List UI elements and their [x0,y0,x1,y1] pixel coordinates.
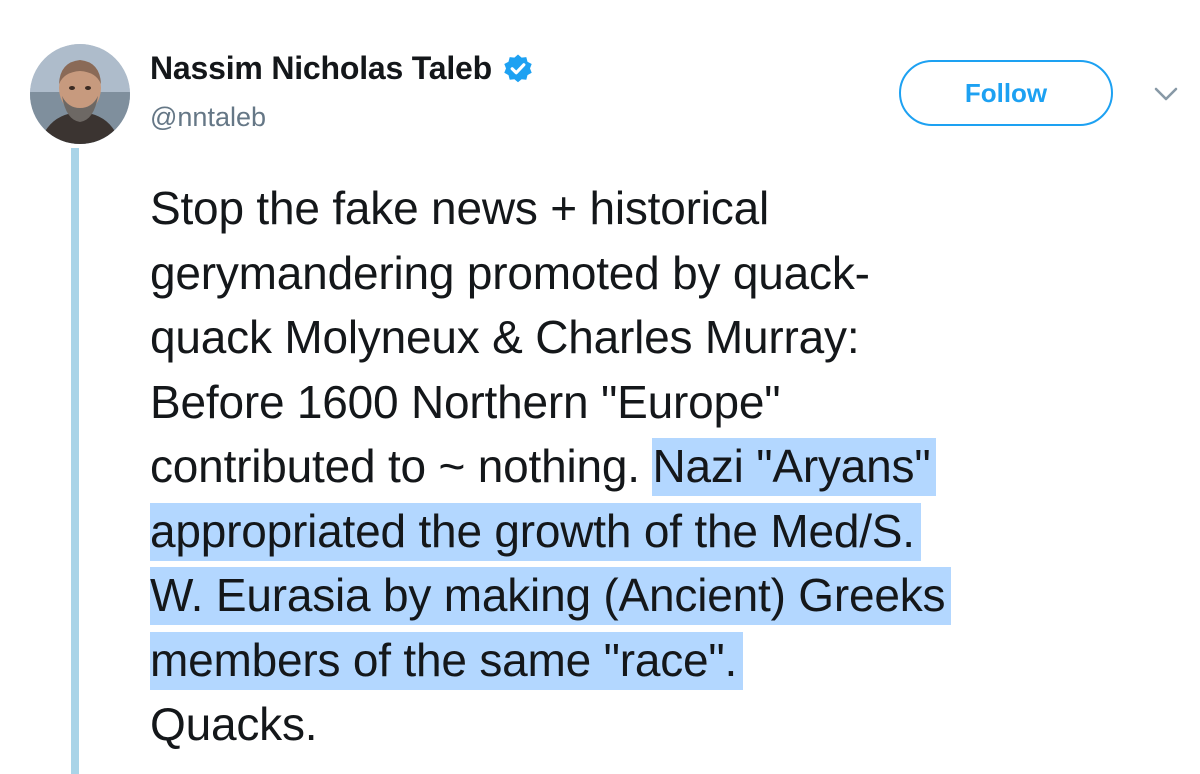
follow-button[interactable]: Follow [899,60,1113,126]
tweet-line: Before 1600 Northern "Europe" [150,370,1190,435]
tweet-line-text: contributed to ~ nothing. [150,440,653,492]
tweet-line: Stop the fake news + historical [150,176,1190,241]
selected-text: members of the same "race". [150,631,744,690]
tweet-line-text: gerymandering promoted by quack- [150,246,870,299]
thread-connector-line [71,148,79,774]
selected-text: appropriated the growth of the Med/S. [150,502,921,561]
selected-text: W. Eurasia by making (Ancient) Greeks [150,567,952,625]
profile-photo [30,44,130,144]
author-display-name[interactable]: Nassim Nicholas Taleb [150,50,492,87]
tweet-line-text: Quacks. [150,698,318,750]
tweet-line: gerymandering promoted by quack- [150,241,1190,306]
tweet-line-text: Before 1600 Northern "Europe" [150,375,781,428]
tweet-line: Quacks. [150,692,1190,757]
tweet-text: Stop the fake news + historical gerymand… [150,176,1190,757]
verified-badge-icon [502,53,534,85]
tweet-line: appropriated the growth of the Med/S. [150,499,1190,564]
tweet-line-text: Stop the fake news + historical [150,182,769,234]
tweet-line-text: quack Molyneux & Charles Murray: [150,311,860,363]
tweet-line: quack Molyneux & Charles Murray: [150,305,1190,370]
chevron-down-icon[interactable] [1152,84,1180,104]
tweet-line: members of the same "race". [150,628,1190,693]
avatar[interactable] [30,44,130,144]
tweet-line: W. Eurasia by making (Ancient) Greeks [150,563,1190,628]
author-name-row: Nassim Nicholas Taleb [150,50,534,87]
selected-text: Nazi "Aryans" [652,438,937,496]
author-handle[interactable]: @nntaleb [150,102,266,133]
tweet-line: contributed to ~ nothing. Nazi "Aryans" [150,434,1190,499]
